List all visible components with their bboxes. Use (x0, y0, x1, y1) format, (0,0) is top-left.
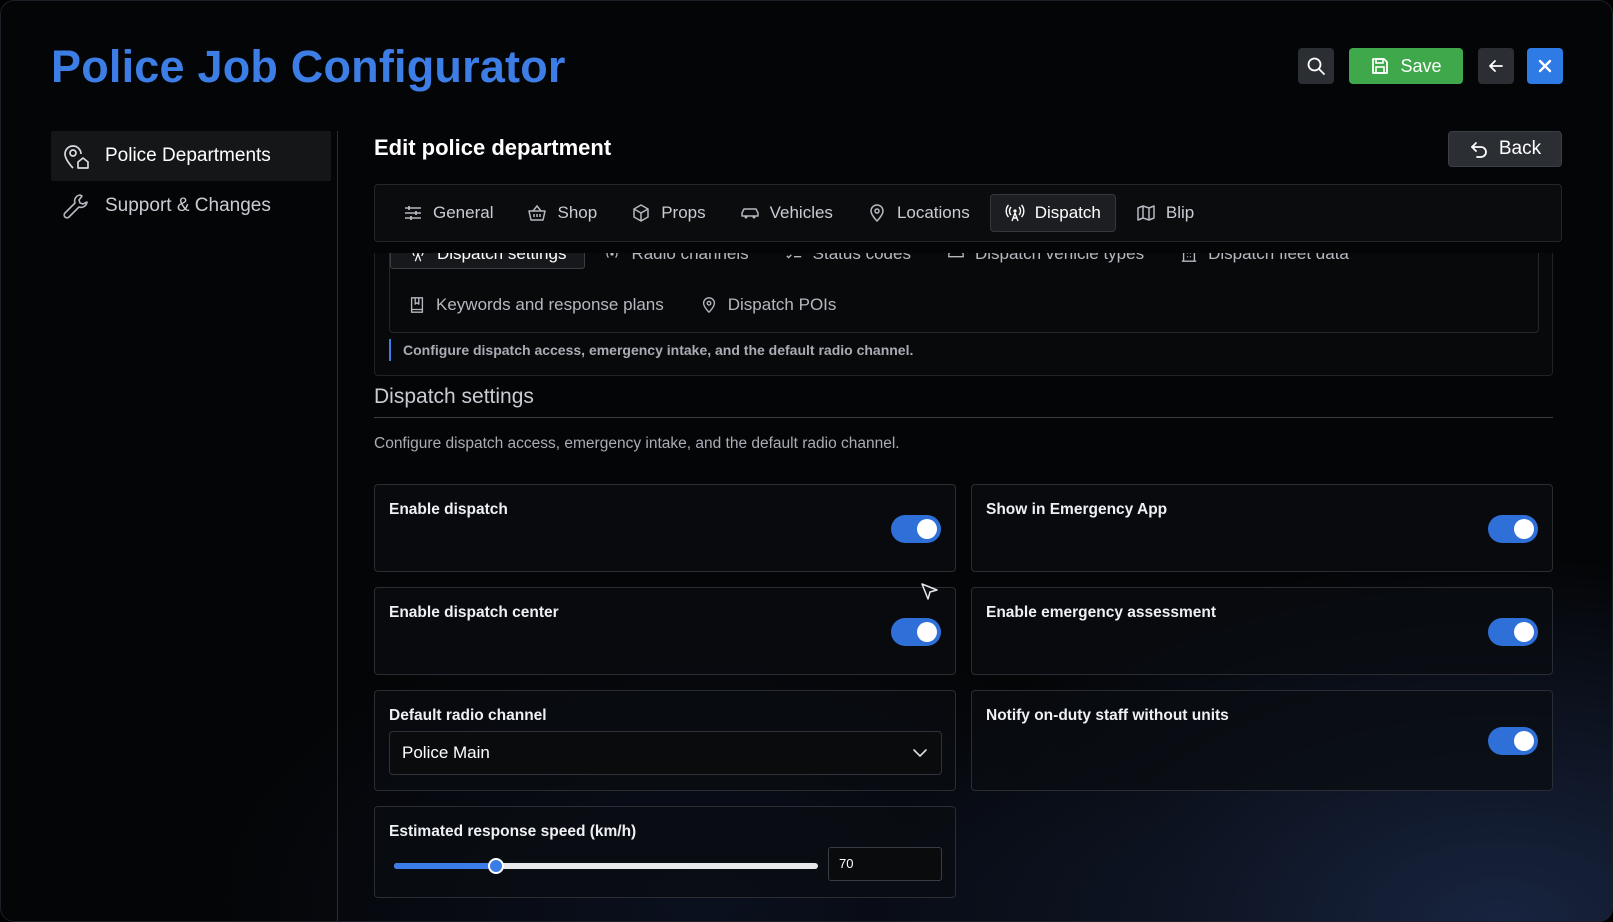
tab-label: Locations (896, 203, 970, 222)
subtab-dispatch-settings[interactable]: Dispatch settings (390, 253, 586, 269)
search-button[interactable] (1298, 48, 1334, 84)
save-button[interactable]: Save (1349, 48, 1463, 84)
wrench-icon (63, 194, 88, 219)
response-speed-input[interactable]: 70 (828, 847, 942, 881)
tab-label: Vehicles (769, 203, 833, 222)
save-button-label: Save (1400, 55, 1442, 76)
basket-icon (528, 204, 547, 221)
subtab-status-codes[interactable]: Status codes (767, 253, 929, 269)
setting-label: Notify on-duty staff without units (986, 707, 1229, 724)
show-in-emergency-app-card: Show in Emergency App (971, 484, 1553, 572)
subtab-description: Configure dispatch access, emergency int… (389, 339, 913, 361)
tab-shop[interactable]: Shop (513, 194, 611, 232)
list-check-icon (785, 254, 801, 259)
slider-fill (394, 863, 496, 869)
default-radio-channel-card: Default radio channel Police Main (374, 690, 956, 791)
subtab-radio-channels[interactable]: Radio channels (585, 253, 766, 269)
tab-label: General (433, 203, 494, 222)
section-description: Configure dispatch access, emergency int… (374, 435, 900, 452)
subtab-dispatch-vehicle-types[interactable]: Dispatch vehicle types (929, 253, 1162, 269)
cursor-icon (921, 583, 938, 600)
radio-icon (606, 253, 619, 259)
sidebar-divider (337, 131, 338, 921)
sidebar-item-police-departments[interactable]: Police Departments (51, 131, 331, 181)
tab-props[interactable]: Props (617, 194, 719, 232)
subtab-label: Dispatch fleet data (1208, 253, 1349, 263)
subtab-label: Dispatch vehicle types (974, 253, 1145, 263)
search-icon (1307, 57, 1325, 75)
car-icon (948, 253, 964, 258)
subtab-label: Keywords and response plans (436, 295, 664, 314)
subtab-label: Dispatch settings (437, 253, 567, 263)
setting-label: Enable dispatch (389, 501, 508, 518)
default-radio-channel-select[interactable]: Police Main (389, 731, 942, 775)
map-pin-home-icon (64, 145, 89, 169)
section-divider (374, 417, 1553, 418)
setting-label: Enable dispatch center (389, 604, 559, 621)
back-arrow-button[interactable] (1478, 48, 1514, 84)
tab-label: Shop (557, 203, 598, 222)
antenna-icon (1005, 204, 1025, 222)
enable-dispatch-card: Enable dispatch (374, 484, 956, 572)
page-title: Edit police department (374, 135, 612, 160)
tab-blip[interactable]: Blip (1122, 194, 1208, 232)
map-pin-icon (702, 297, 715, 314)
undo-icon (1470, 142, 1487, 158)
close-button[interactable] (1527, 48, 1563, 84)
enable-emergency-assessment-toggle[interactable] (1488, 618, 1538, 646)
book-icon (410, 297, 424, 313)
show-in-emergency-app-toggle[interactable] (1488, 515, 1538, 543)
subtab-dispatch-fleet-data[interactable]: Dispatch fleet data (1162, 253, 1367, 269)
subtab-keywords-response-plans[interactable]: Keywords and response plans (390, 290, 682, 320)
close-icon (1538, 59, 1552, 73)
subtabs: Dispatch settings Radio channels Status … (389, 253, 1539, 333)
notify-onduty-card: Notify on-duty staff without units (971, 690, 1553, 791)
select-value: Police Main (402, 743, 490, 762)
building-icon (1181, 253, 1197, 262)
response-speed-card: Estimated response speed (km/h) 70 (374, 806, 956, 898)
sliders-icon (405, 206, 421, 220)
car-icon (740, 208, 759, 219)
subtab-label: Dispatch POIs (727, 295, 837, 314)
sidebar: Police Departments Support & Changes (51, 131, 331, 231)
arrow-left-icon (1489, 60, 1503, 72)
tab-dispatch[interactable]: Dispatch (989, 194, 1116, 232)
back-button[interactable]: Back (1448, 131, 1562, 167)
tab-general[interactable]: General (389, 194, 507, 232)
antenna-icon (412, 253, 424, 262)
box-icon (633, 204, 649, 222)
enable-dispatch-center-toggle[interactable] (891, 618, 941, 646)
setting-label: Show in Emergency App (986, 501, 1168, 518)
sidebar-item-support-changes[interactable]: Support & Changes (51, 181, 331, 231)
tab-vehicles[interactable]: Vehicles (726, 194, 847, 232)
subtab-label: Status codes (812, 253, 911, 263)
map-pin-icon (870, 204, 884, 223)
slider-thumb[interactable] (487, 858, 504, 874)
save-icon (1372, 58, 1389, 74)
tab-label: Props (661, 203, 706, 222)
tab-label: Dispatch (1034, 203, 1101, 222)
tab-locations[interactable]: Locations (853, 194, 984, 232)
response-speed-slider[interactable] (394, 858, 818, 874)
subtab-label: Radio channels (631, 253, 749, 263)
enable-dispatch-center-card: Enable dispatch center (374, 587, 956, 675)
setting-label: Enable emergency assessment (986, 604, 1217, 621)
tab-label: Blip (1165, 203, 1195, 222)
notify-onduty-toggle[interactable] (1488, 727, 1538, 755)
enable-dispatch-toggle[interactable] (891, 515, 941, 543)
setting-label: Estimated response speed (km/h) (389, 823, 637, 840)
sidebar-item-label: Police Departments (105, 145, 271, 166)
sidebar-item-label: Support & Changes (105, 195, 271, 216)
back-button-label: Back (1498, 138, 1542, 159)
chevron-down-icon (913, 749, 927, 757)
main-tabs: General Shop Props Vehicles Locations Di… (374, 184, 1562, 242)
subtab-dispatch-pois[interactable]: Dispatch POIs (682, 290, 855, 320)
enable-emergency-assessment-card: Enable emergency assessment (971, 587, 1553, 675)
subtabs-panel: Dispatch settings Radio channels Status … (374, 253, 1553, 376)
app-title: Police Job Configurator (51, 41, 566, 92)
setting-label: Default radio channel (389, 707, 547, 724)
app-window: Police Job Configurator Save Police Depa… (0, 0, 1613, 922)
map-icon (1137, 205, 1155, 221)
section-title: Dispatch settings (374, 385, 534, 408)
